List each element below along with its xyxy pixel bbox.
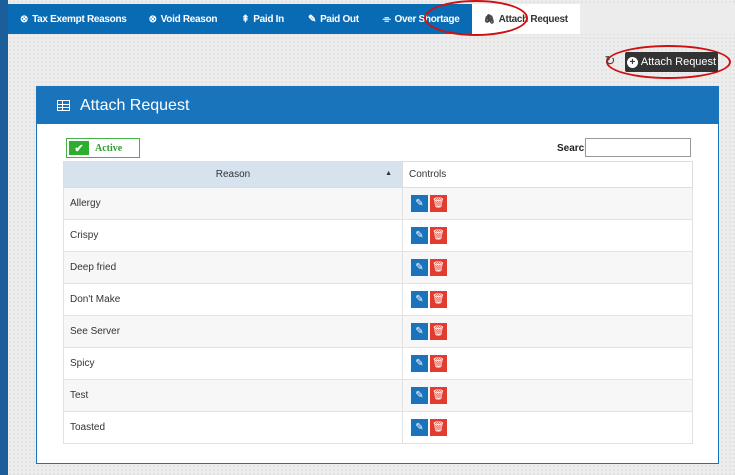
- tab-label: Tax Exempt Reasons: [32, 13, 127, 25]
- table-row: See Server ✎ 🗑: [63, 315, 693, 348]
- delete-button[interactable]: 🗑: [430, 355, 447, 372]
- reason-cell: Test: [63, 379, 403, 412]
- delete-button[interactable]: 🗑: [430, 291, 447, 308]
- attach-request-button[interactable]: + Attach Request: [625, 52, 718, 72]
- checkmark-icon: ✔: [69, 141, 89, 155]
- delete-button[interactable]: 🗑: [430, 259, 447, 276]
- delete-button[interactable]: 🗑: [430, 227, 447, 244]
- paperclip-icon: 🖇: [483, 13, 495, 24]
- edit-button[interactable]: ✎: [411, 195, 428, 212]
- tab-over-shortage[interactable]: ⌯ Over Shortage: [371, 4, 472, 34]
- scale-icon: ⌯: [382, 13, 391, 25]
- reason-cell: See Server: [63, 315, 403, 348]
- table-row: Deep fried ✎ 🗑: [63, 251, 693, 284]
- pencil-icon: ✎: [307, 13, 317, 25]
- controls-cell: ✎ 🗑: [402, 283, 693, 316]
- pencil-icon: ✎: [415, 230, 424, 241]
- controls-cell: ✎ 🗑: [402, 219, 693, 252]
- tab-label: Paid Out: [320, 13, 359, 25]
- tab-label: Void Reason: [160, 13, 218, 25]
- circle-x-icon: ⊗: [148, 13, 157, 25]
- reason-cell: Toasted: [63, 411, 403, 444]
- tab-label: Attach Request: [498, 13, 568, 25]
- pencil-icon: ✎: [415, 262, 424, 273]
- table-row: Spicy ✎ 🗑: [63, 347, 693, 380]
- tab-bar: ⊗ Tax Exempt Reasons ⊗ Void Reason ⇞ Pai…: [8, 4, 735, 34]
- reason-cell: Allergy: [63, 187, 403, 220]
- pencil-icon: ✎: [415, 390, 424, 401]
- table-row: Crispy ✎ 🗑: [63, 219, 693, 252]
- delete-button[interactable]: 🗑: [430, 419, 447, 436]
- tab-label: Over Shortage: [394, 13, 460, 25]
- trash-icon: 🗑: [432, 422, 445, 433]
- edit-button[interactable]: ✎: [411, 227, 428, 244]
- table-row: Test ✎ 🗑: [63, 379, 693, 412]
- reason-cell: Don't Make: [63, 283, 403, 316]
- column-header-label: Reason: [215, 169, 251, 180]
- controls-cell: ✎ 🗑: [402, 315, 693, 348]
- active-label: Active: [95, 142, 123, 154]
- edit-button[interactable]: ✎: [411, 291, 428, 308]
- pencil-icon: ✎: [415, 198, 424, 209]
- trash-icon: 🗑: [432, 326, 445, 337]
- column-header-label: Controls: [409, 169, 447, 180]
- trash-icon: 🗑: [432, 358, 445, 369]
- tab-paid-out[interactable]: ✎ Paid Out: [296, 4, 371, 34]
- controls-cell: ✎ 🗑: [402, 411, 693, 444]
- controls-cell: ✎ 🗑: [402, 379, 693, 412]
- delete-button[interactable]: 🗑: [430, 195, 447, 212]
- table-icon: [57, 100, 70, 111]
- controls-cell: ✎ 🗑: [402, 187, 693, 220]
- circle-x-icon: ⊗: [20, 13, 29, 25]
- edit-button[interactable]: ✎: [411, 387, 428, 404]
- column-header-controls: Controls: [402, 161, 693, 188]
- reasons-table: Reason ▲ Controls Allergy ✎ 🗑 Crispy ✎ 🗑 Deep …: [63, 161, 693, 444]
- pencil-icon: ✎: [415, 294, 424, 305]
- tab-bar-spacer: [579, 4, 735, 34]
- attach-request-panel: Attach Request ✔ Active Search Reason ▲ …: [36, 86, 719, 464]
- table-row: Toasted ✎ 🗑: [63, 411, 693, 444]
- trash-icon: 🗑: [432, 262, 445, 273]
- pencil-icon: ✎: [415, 326, 424, 337]
- trash-icon: 🗑: [432, 198, 445, 209]
- table-row: Don't Make ✎ 🗑: [63, 283, 693, 316]
- pin-icon: ⇞: [241, 13, 250, 25]
- attach-request-button-label: Attach Request: [640, 56, 717, 68]
- table-body: Allergy ✎ 🗑 Crispy ✎ 🗑 Deep fried ✎ 🗑 Don't Make ✎…: [63, 187, 693, 444]
- controls-cell: ✎ 🗑: [402, 251, 693, 284]
- reason-cell: Spicy: [63, 347, 403, 380]
- trash-icon: 🗑: [432, 390, 445, 401]
- tab-paid-in[interactable]: ⇞ Paid In: [229, 4, 296, 34]
- delete-button[interactable]: 🗑: [430, 323, 447, 340]
- edit-button[interactable]: ✎: [411, 419, 428, 436]
- plus-circle-icon: +: [626, 56, 638, 68]
- tab-void-reason[interactable]: ⊗ Void Reason: [137, 4, 230, 34]
- trash-icon: 🗑: [432, 294, 445, 305]
- active-toggle[interactable]: ✔ Active: [66, 138, 140, 158]
- delete-button[interactable]: 🗑: [430, 387, 447, 404]
- edit-button[interactable]: ✎: [411, 259, 428, 276]
- pencil-icon: ✎: [415, 358, 424, 369]
- panel-header: Attach Request: [37, 87, 718, 124]
- reason-cell: Deep fried: [63, 251, 403, 284]
- table-row: Allergy ✎ 🗑: [63, 187, 693, 220]
- trash-icon: 🗑: [432, 230, 445, 241]
- search-input[interactable]: [585, 138, 691, 157]
- panel-title: Attach Request: [80, 96, 190, 114]
- edit-button[interactable]: ✎: [411, 323, 428, 340]
- refresh-icon[interactable]: ↻: [603, 54, 617, 68]
- controls-cell: ✎ 🗑: [402, 347, 693, 380]
- tab-attach-request[interactable]: 🖇 Attach Request: [471, 4, 580, 34]
- edit-button[interactable]: ✎: [411, 355, 428, 372]
- column-header-reason[interactable]: Reason ▲: [63, 161, 403, 188]
- tab-label: Paid In: [253, 13, 284, 25]
- pencil-icon: ✎: [415, 422, 424, 433]
- reason-cell: Crispy: [63, 219, 403, 252]
- sort-ascending-icon[interactable]: ▲: [385, 170, 392, 177]
- tab-tax-exempt-reasons[interactable]: ⊗ Tax Exempt Reasons: [8, 4, 137, 34]
- left-edge-bar: [0, 0, 8, 475]
